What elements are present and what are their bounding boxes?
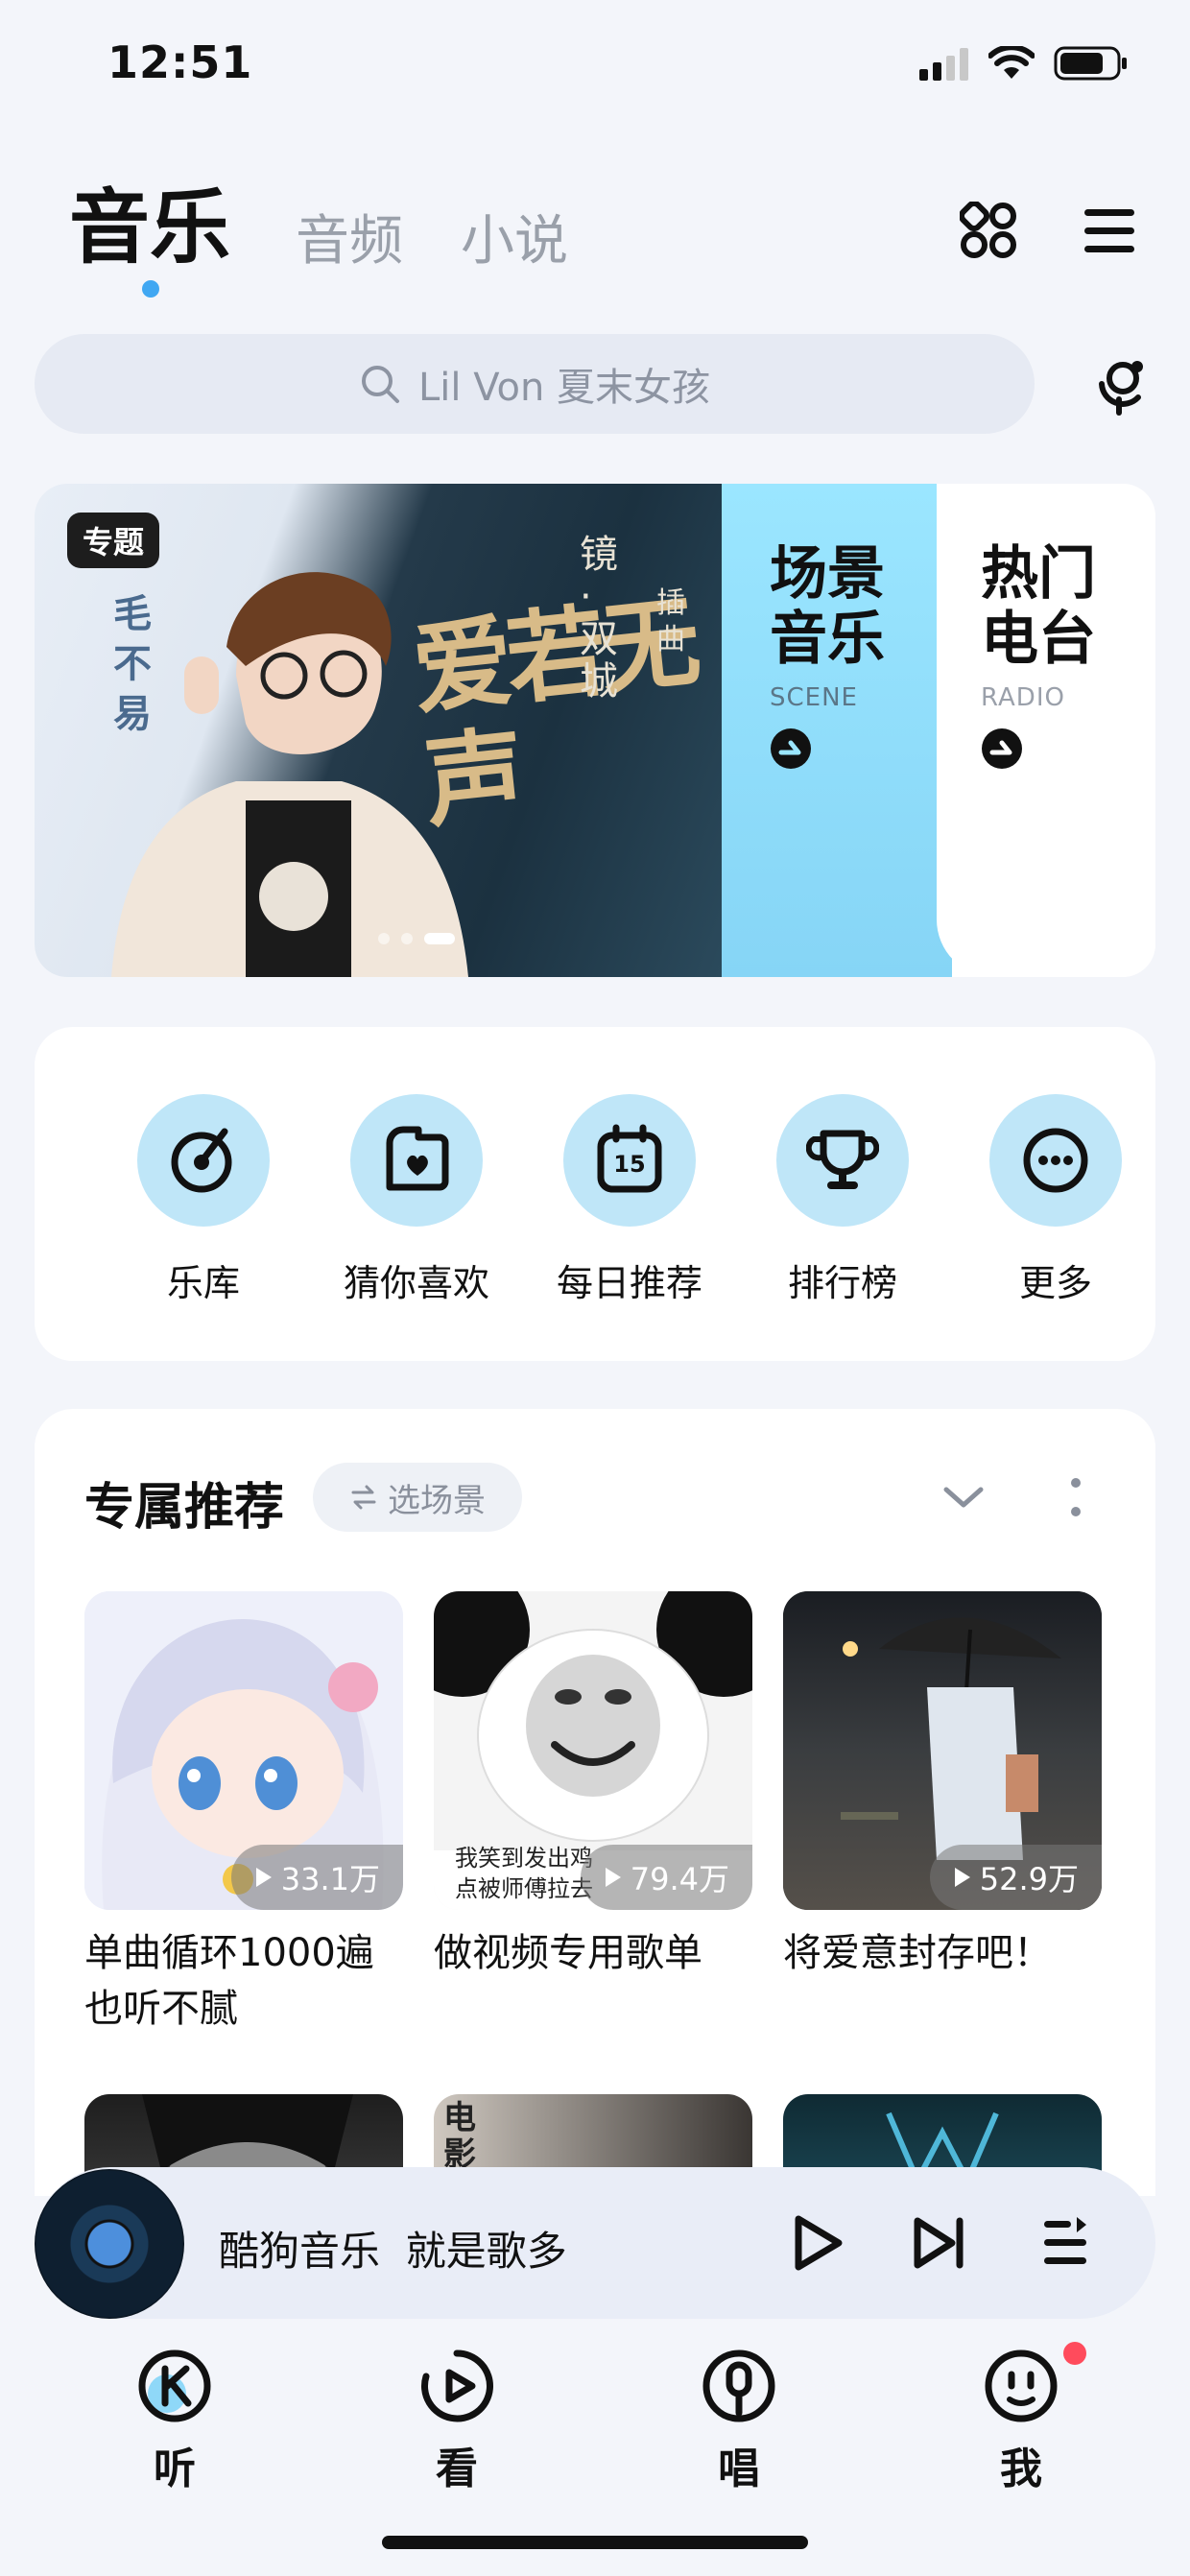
microphone-icon[interactable] [1090,355,1152,417]
search-icon [361,366,399,403]
play-count-badge: 52.9万 [929,1845,1102,1910]
banner-drama-title: 镜·双城 [580,533,618,704]
nav-sing[interactable]: 唱 [681,2346,797,2495]
select-scene-button[interactable]: 选场景 [313,1463,522,1532]
carousel-dot [378,933,390,944]
calendar-15-icon: 15 [597,1124,662,1193]
quick-actions: 乐库 猜你喜欢 15 每日推荐 排行榜 更多 [35,1027,1155,1361]
menu-icon[interactable] [1083,205,1136,257]
scene-card-title: 场景音乐 [770,540,885,673]
scene-card-subtitle: SCENE [770,683,858,712]
cover-caption: 电影 [443,2099,476,2174]
quick-action-label: 每日推荐 [556,1262,702,1304]
playlist-card[interactable]: 我笑到发出鸡 点被师傅拉去 79.4万 做视频专用歌单 [434,1591,752,1981]
banner-tag: 专题 [67,513,160,568]
banner-artwork[interactable]: 专题 毛不易 爱若无声 镜·双城 插曲 [35,484,722,977]
kugou-listen-icon [138,2349,211,2422]
battery-icon [1054,46,1127,81]
status-bar: 12:51 [0,0,1190,125]
nav-label: 我 [1000,2445,1042,2493]
nav-listen[interactable]: 听 [117,2346,232,2495]
playlist-queue-icon[interactable] [1040,2215,1090,2271]
tab-music[interactable]: 音乐 [69,163,230,279]
radio-card-subtitle: RADIO [981,683,1065,712]
play-count: 52.9万 [979,1861,1079,1897]
notification-badge [1063,2342,1086,2365]
play-count: 33.1万 [280,1861,380,1897]
search-placeholder: Lil Von 夏末女孩 [417,366,711,410]
play-count-badge: 79.4万 [580,1845,752,1910]
carousel-dot-active [424,933,455,944]
carousel-dot [401,933,413,944]
music-disc-icon [171,1128,232,1193]
playlist-card[interactable]: 33.1万 单曲循环1000遍也听不腻 [84,1591,403,2037]
mini-player[interactable] [35,2167,1155,2319]
exclusive-recommend-section: 专属推荐 选场景 33.1万 单曲循环1000遍也听不腻 我笑到发出鸡 点被师傅… [35,1409,1155,2196]
playlist-cover[interactable]: 52.9万 [783,1591,1102,1910]
carousel-indicator [378,933,455,944]
section-title: 专属推荐 [84,1479,285,1537]
banner-caption: 插曲 [656,586,685,656]
now-playing-title[interactable]: 酷狗音乐 就是歌多 [219,2219,567,2278]
quick-action-guess-you-like[interactable]: 猜你喜欢 [330,1094,503,1306]
search-bar[interactable]: Lil Von 夏末女孩 [35,334,1035,434]
me-face-icon [985,2349,1058,2422]
tab-audio[interactable]: 音频 [296,198,403,275]
apps-grid-icon[interactable] [960,202,1017,259]
next-track-icon[interactable] [912,2215,967,2271]
radio-card-title: 热门电台 [981,540,1096,673]
quick-action-library[interactable]: 乐库 [117,1094,290,1306]
play-count: 79.4万 [630,1861,729,1897]
trophy-icon [806,1130,879,1189]
heart-box-icon [386,1126,449,1191]
cellular-signal-icon [919,48,968,81]
quick-action-label: 猜你喜欢 [343,1262,489,1304]
playlist-name: 将爱意封存吧！ [783,1931,1052,1975]
nav-watch[interactable]: 看 [399,2346,514,2495]
quick-action-label: 排行榜 [787,1262,897,1304]
nav-label: 看 [436,2445,478,2493]
nav-label: 听 [154,2445,196,2493]
play-icon[interactable] [787,2213,846,2273]
playlist-name: 单曲循环1000遍也听不腻 [84,1931,374,2031]
playlist-card[interactable]: 52.9万 将爱意封存吧！ [783,1591,1102,1981]
home-indicator[interactable] [382,2536,808,2549]
nav-me[interactable]: 我 [964,2346,1079,2495]
watch-play-icon [421,2349,493,2422]
album-disc[interactable] [35,2169,184,2319]
playlist-cover[interactable]: 33.1万 [84,1591,403,1910]
status-time: 12:51 [107,36,253,88]
more-vertical-icon[interactable] [1069,1476,1083,1518]
wifi-icon [988,46,1035,79]
banner-carousel[interactable]: 专题 毛不易 爱若无声 镜·双城 插曲 场景音乐 SCENE 热门电台 RADI… [35,484,1155,977]
quick-action-charts[interactable]: 排行榜 [756,1094,929,1306]
play-icon [255,1868,272,1887]
select-scene-label: 选场景 [388,1481,486,1520]
banner-singer: 毛不易 [113,592,152,736]
tab-novel[interactable]: 小说 [461,198,568,275]
chevron-down-icon[interactable] [942,1484,985,1513]
play-icon [954,1868,970,1887]
more-icon [1023,1128,1088,1193]
playlist-cover[interactable]: 我笑到发出鸡 点被师傅拉去 79.4万 [434,1591,752,1910]
active-tab-indicator [142,280,159,298]
swap-icon [351,1485,376,1510]
sing-microphone-icon [702,2349,775,2422]
quick-action-more[interactable]: 更多 [969,1094,1142,1306]
quick-action-daily-picks[interactable]: 15 每日推荐 [543,1094,716,1306]
playlist-name: 做视频专用歌单 [434,1931,702,1975]
nav-label: 唱 [718,2445,760,2493]
arrow-circle-icon [771,728,811,769]
hot-radio-card[interactable]: 热门电台 RADIO [937,484,1155,977]
calendar-day: 15 [613,1151,645,1178]
play-count-badge: 33.1万 [230,1845,403,1910]
quick-action-label: 乐库 [166,1262,240,1304]
scene-music-card[interactable]: 场景音乐 SCENE [722,484,952,977]
arrow-circle-icon [982,728,1022,769]
quick-action-label: 更多 [1018,1262,1092,1304]
play-icon [605,1868,621,1887]
